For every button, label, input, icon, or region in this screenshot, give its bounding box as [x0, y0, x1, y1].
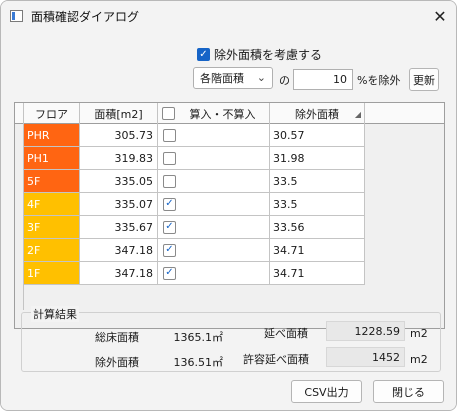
- table-row[interactable]: 4F 335.07 ✓ 33.5: [15, 193, 444, 216]
- table-row[interactable]: PH1 319.83 31.98: [15, 147, 444, 170]
- include-checkbox[interactable]: ✓: [163, 220, 176, 234]
- include-cell: [158, 124, 270, 147]
- grid-header-row: フロア 面積[m2] 算入・不算入 除外面積 ◢: [15, 103, 444, 124]
- excluded-area-value: 136.51㎡: [173, 356, 224, 369]
- exclude-percent-suffix: %を除外: [357, 74, 401, 87]
- area-scope-value: 各階面積: [200, 72, 244, 85]
- include-checkbox[interactable]: [163, 128, 176, 142]
- checkmark-icon: ✓: [197, 48, 210, 61]
- close-window-button[interactable]: ✕: [425, 3, 455, 29]
- include-cell: ✓: [158, 239, 270, 262]
- header-select-all-checkbox[interactable]: [162, 107, 175, 120]
- table-row[interactable]: 5F 335.05 33.5: [15, 170, 444, 193]
- include-cell: ✓: [158, 193, 270, 216]
- area-check-dialog: 面積確認ダイアログ ✕ ✓ 除外面積を考慮する 各階面積 ⌄ の 10 %を除外…: [0, 0, 457, 411]
- header-include-label: 算入・不算入: [189, 107, 256, 121]
- exclude-area-checkbox[interactable]: ✓ 除外面積を考慮する: [197, 46, 322, 63]
- allowed-area-label: 許容延べ面積: [243, 353, 309, 366]
- area-scope-select[interactable]: 各階面積 ⌄: [193, 67, 273, 89]
- total-floor-label: 総床面積: [95, 331, 139, 344]
- table-row[interactable]: PHR 305.73 30.57: [15, 124, 444, 147]
- exclude-area-label: 除外面積を考慮する: [214, 48, 323, 62]
- table-row[interactable]: 3F 335.67 ✓ 33.56: [15, 216, 444, 239]
- header-floor[interactable]: フロア: [24, 103, 80, 124]
- floor-cell[interactable]: 4F: [24, 193, 80, 216]
- area-cell[interactable]: 305.73: [80, 124, 158, 147]
- floor-cell[interactable]: PH1: [24, 147, 80, 170]
- include-checkbox[interactable]: ✓: [163, 197, 176, 211]
- window-app-icon: [10, 10, 23, 22]
- table-row[interactable]: 1F 347.18 ✓ 34.71: [15, 262, 444, 285]
- allowed-area-unit: m2: [410, 353, 428, 366]
- area-cell[interactable]: 335.07: [80, 193, 158, 216]
- row-header-column: [15, 124, 24, 310]
- floor-cell[interactable]: 5F: [24, 170, 80, 193]
- csv-export-button[interactable]: CSV出力: [291, 380, 362, 403]
- excluded-area-cell[interactable]: 33.5: [270, 193, 365, 216]
- of-label: の: [279, 74, 290, 87]
- floor-cell[interactable]: PHR: [24, 124, 80, 147]
- gross-area-unit: m2: [410, 327, 428, 340]
- area-cell[interactable]: 335.67: [80, 216, 158, 239]
- area-cell[interactable]: 347.18: [80, 239, 158, 262]
- title-bar: 面積確認ダイアログ ✕: [1, 1, 456, 31]
- sort-icon: ◢: [354, 110, 361, 119]
- include-checkbox[interactable]: [163, 151, 176, 165]
- floor-cell[interactable]: 3F: [24, 216, 80, 239]
- excluded-area-cell[interactable]: 30.57: [270, 124, 365, 147]
- close-button[interactable]: 閉じる: [373, 380, 444, 403]
- table-row[interactable]: 2F 347.18 ✓ 34.71: [15, 239, 444, 262]
- excluded-area-cell[interactable]: 31.98: [270, 147, 365, 170]
- gross-area-label: 延べ面積: [264, 327, 308, 340]
- area-cell[interactable]: 335.05: [80, 170, 158, 193]
- total-floor-value: 1365.1㎡: [173, 331, 224, 344]
- floor-cell[interactable]: 1F: [24, 262, 80, 285]
- area-cell[interactable]: 319.83: [80, 147, 158, 170]
- excluded-area-cell[interactable]: 33.56: [270, 216, 365, 239]
- floor-cell[interactable]: 2F: [24, 239, 80, 262]
- include-cell: [158, 147, 270, 170]
- excluded-area-cell[interactable]: 34.71: [270, 239, 365, 262]
- dialog-content: ✓ 除外面積を考慮する 各階面積 ⌄ の 10 %を除外 更新 フロア 面積[m…: [1, 31, 456, 410]
- header-excluded[interactable]: 除外面積 ◢: [270, 103, 365, 124]
- chevron-down-icon: ⌄: [256, 71, 266, 84]
- include-checkbox[interactable]: ✓: [163, 266, 176, 280]
- include-cell: ✓: [158, 262, 270, 285]
- gross-area-value: 1228.59: [326, 321, 405, 341]
- excluded-area-cell[interactable]: 33.5: [270, 170, 365, 193]
- header-include[interactable]: 算入・不算入: [158, 103, 270, 124]
- results-title: 計算結果: [31, 306, 79, 322]
- header-area[interactable]: 面積[m2]: [80, 103, 158, 124]
- row-header-corner: [15, 103, 24, 124]
- exclude-percent-input[interactable]: 10: [293, 69, 353, 90]
- excluded-area-cell[interactable]: 34.71: [270, 262, 365, 285]
- excluded-area-label: 除外面積: [95, 356, 139, 369]
- header-excluded-label: 除外面積: [295, 107, 339, 121]
- window-title: 面積確認ダイアログ: [31, 10, 140, 24]
- allowed-area-value: 1452: [326, 347, 405, 367]
- area-cell[interactable]: 347.18: [80, 262, 158, 285]
- include-cell: ✓: [158, 216, 270, 239]
- update-button[interactable]: 更新: [409, 68, 439, 91]
- floor-area-grid: フロア 面積[m2] 算入・不算入 除外面積 ◢ PHR 305.73 30.57 P…: [14, 102, 445, 329]
- include-checkbox[interactable]: ✓: [163, 243, 176, 257]
- include-cell: [158, 170, 270, 193]
- include-checkbox[interactable]: [163, 174, 176, 188]
